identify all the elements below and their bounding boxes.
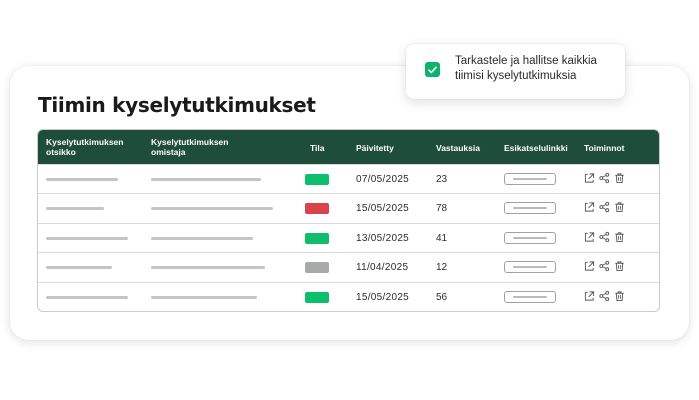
owner-placeholder xyxy=(151,207,273,211)
share-icon[interactable] xyxy=(599,172,610,184)
trash-icon[interactable] xyxy=(614,290,625,302)
owner-placeholder xyxy=(151,295,257,299)
export-icon[interactable] xyxy=(584,290,595,302)
surveys-table: Kyselytutkimuksen otsikko Kyselytutkimuk… xyxy=(37,129,660,312)
row-actions xyxy=(584,290,625,302)
status-badge xyxy=(305,262,329,274)
header-updated[interactable]: Päivitetty xyxy=(356,143,394,153)
trash-icon[interactable] xyxy=(614,201,625,213)
responses-count: 23 xyxy=(436,174,448,185)
trash-icon[interactable] xyxy=(614,231,625,243)
survey-title-placeholder xyxy=(46,207,104,211)
header-owner-line1: Kyselytutkimuksen xyxy=(151,137,229,147)
surveys-card: Tiimin kyselytutkimukset Kyselytutkimuks… xyxy=(10,66,689,340)
toast-message: Tarkastele ja hallitse kaikkia tiimisi k… xyxy=(455,55,597,82)
survey-title-placeholder xyxy=(46,295,128,299)
table-row[interactable]: 13/05/2025 41 xyxy=(38,222,659,252)
header-preview[interactable]: Esikatselulinkki xyxy=(504,143,568,153)
export-icon[interactable] xyxy=(584,201,595,213)
row-actions xyxy=(584,201,625,213)
header-survey-title-line1: Kyselytutkimuksen xyxy=(46,137,124,147)
preview-link-field[interactable] xyxy=(504,173,556,185)
status-badge xyxy=(305,232,329,244)
responses-count: 78 xyxy=(436,203,448,215)
share-icon[interactable] xyxy=(599,290,610,302)
info-toast: Tarkastele ja hallitse kaikkia tiimisi k… xyxy=(406,44,625,99)
trash-icon[interactable] xyxy=(614,172,625,184)
header-survey-title[interactable]: Kyselytutkimuksen otsikko xyxy=(46,137,123,157)
table-row[interactable]: 15/05/2025 78 xyxy=(38,193,659,222)
status-badge xyxy=(305,291,329,303)
header-actions: Toiminnot xyxy=(584,143,625,153)
table-row[interactable]: 15/05/2025 56 xyxy=(38,281,659,311)
share-icon[interactable] xyxy=(599,260,610,272)
header-status[interactable]: Tila xyxy=(310,143,325,153)
updated-date: 15/05/2025 xyxy=(356,291,410,303)
page-title: Tiimin kyselytutkimukset xyxy=(38,93,316,117)
status-badge xyxy=(305,203,329,215)
responses-count: 12 xyxy=(436,262,448,274)
row-actions xyxy=(584,260,625,272)
trash-icon[interactable] xyxy=(614,260,625,272)
export-icon[interactable] xyxy=(584,260,595,272)
preview-link-field[interactable] xyxy=(504,261,556,274)
owner-placeholder xyxy=(151,266,265,270)
table-row[interactable]: 11/04/2025 12 xyxy=(38,252,659,281)
responses-count: 56 xyxy=(436,291,448,303)
export-icon[interactable] xyxy=(584,231,595,243)
updated-date: 11/04/2025 xyxy=(356,262,409,274)
share-icon[interactable] xyxy=(599,201,610,213)
header-survey-title-line2: otsikko xyxy=(46,147,76,157)
updated-date: 13/05/2025 xyxy=(356,232,410,244)
row-actions xyxy=(584,231,625,243)
row-actions xyxy=(584,172,625,184)
status-badge xyxy=(305,174,329,185)
header-owner-line2: omistaja xyxy=(151,147,186,157)
header-responses[interactable]: Vastauksia xyxy=(436,143,480,153)
preview-link-field[interactable] xyxy=(504,290,556,303)
owner-placeholder xyxy=(151,178,261,181)
survey-title-placeholder xyxy=(46,178,118,181)
responses-count: 41 xyxy=(436,232,448,244)
share-icon[interactable] xyxy=(599,231,610,243)
check-icon xyxy=(425,62,440,77)
owner-placeholder xyxy=(151,236,253,240)
updated-date: 15/05/2025 xyxy=(356,203,410,215)
export-icon[interactable] xyxy=(584,172,595,184)
preview-link-field[interactable] xyxy=(504,202,556,215)
header-owner[interactable]: Kyselytutkimuksen omistaja xyxy=(151,137,228,157)
survey-title-placeholder xyxy=(46,236,128,240)
preview-link-field[interactable] xyxy=(504,231,556,244)
table-header: Kyselytutkimuksen otsikko Kyselytutkimuk… xyxy=(38,130,659,164)
survey-title-placeholder xyxy=(46,266,112,270)
table-row[interactable]: 07/05/2025 23 xyxy=(38,164,659,193)
updated-date: 07/05/2025 xyxy=(356,174,410,185)
